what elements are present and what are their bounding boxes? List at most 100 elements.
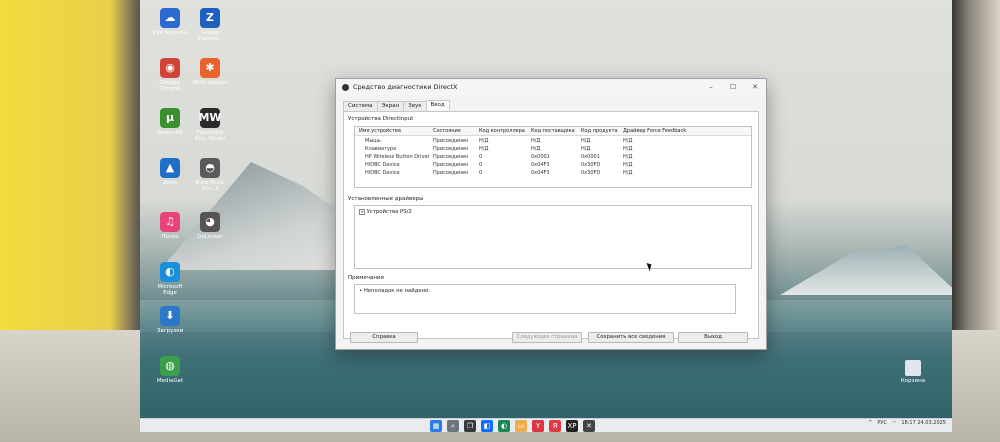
devices-list-header: Имя устройства Состояние Код контроллера… [355, 127, 751, 136]
search-icon[interactable]: ⌕ [447, 420, 459, 432]
table-cell: HIDBC Device [365, 170, 400, 176]
recycle-bin-icon [905, 360, 921, 376]
table-cell: Присоединен [433, 154, 469, 160]
help-button[interactable]: Справка [350, 332, 418, 343]
col-controller-id[interactable]: Код контроллера [479, 128, 525, 134]
desktop-icon-glyph-icon: Z [200, 8, 220, 28]
desktop-icon-label: Euro Truck Sim. 2 [195, 180, 225, 192]
table-cell: 0x04F3 [531, 170, 550, 176]
table-cell: Клавиатура [365, 146, 397, 152]
save-all-button[interactable]: Сохранить все сведения [588, 332, 674, 343]
desktop-icon-label: Microsoft Edge [157, 284, 183, 296]
table-cell: HIDBC Device [365, 162, 400, 168]
table-cell: 0x0001 [581, 154, 600, 160]
desktop-icon[interactable]: ⬇ Загрузки [142, 306, 198, 334]
desktop-icon-label: Загрузки [156, 328, 184, 334]
desktop-icon[interactable]: Z Goose Explore.. [182, 8, 238, 42]
recycle-bin[interactable]: Корзина [890, 360, 936, 384]
chevron-up-icon[interactable]: ^ [868, 420, 872, 426]
widgets-icon[interactable]: ◧ [481, 420, 493, 432]
tree-expand-icon[interactable]: + [359, 209, 365, 215]
dxdiag-icon[interactable]: ✕ [583, 420, 595, 432]
devices-list[interactable]: Имя устройства Состояние Код контроллера… [354, 126, 752, 188]
recycle-bin-label: Корзина [900, 378, 926, 384]
col-ff-driver[interactable]: Драйвер Force Feedback [623, 128, 686, 134]
desktop-icon-label: Flashlight Env. Model [195, 130, 225, 142]
desktop-icon-glyph-icon: ☁ [160, 8, 180, 28]
table-cell: Присоединен [433, 162, 469, 168]
title-bar[interactable]: Средство диагностики DirectX – ☐ ✕ [336, 79, 766, 95]
exit-button[interactable]: Выход [678, 332, 748, 343]
task-view-icon[interactable]: ❐ [464, 420, 476, 432]
notes-line: • Неполадок не найдено. [359, 288, 430, 294]
table-cell: 0x04F3 [531, 162, 550, 168]
bullet-icon: • [359, 288, 363, 294]
drivers-group-title: Установленные драйверы [348, 196, 424, 202]
yandex-browser-icon[interactable]: Я [549, 420, 561, 432]
table-cell: Н/Д [531, 146, 541, 152]
desktop-icon-glyph-icon: ♫ [160, 212, 180, 232]
table-row[interactable]: HIDBC Device Присоединен 0 0x04F3 0x30FD Н/Д [355, 169, 751, 177]
lang-indicator[interactable]: РУС [877, 420, 887, 426]
drivers-tree[interactable]: + Устройства PS/2 [354, 205, 752, 269]
tab-display[interactable]: Экран [376, 101, 405, 111]
col-product-id[interactable]: Код продукта [581, 128, 618, 134]
table-cell: Н/Д [479, 146, 489, 152]
desktop-icon[interactable]: ◓ Euro Truck Sim. 2 [182, 158, 238, 192]
maximize-icon[interactable]: ☐ [722, 83, 744, 91]
col-device-name[interactable]: Имя устройства [359, 128, 401, 134]
desktop-icon[interactable]: ◐ Microsoft Edge [142, 262, 198, 296]
desktop-icon[interactable]: MW Flashlight Env. Model [182, 108, 238, 142]
table-cell: 0 [479, 162, 483, 168]
desktop-icon[interactable]: ✱ Wish dokkan [182, 58, 238, 86]
col-vendor-id[interactable]: Код поставщика [531, 128, 575, 134]
tab-sound[interactable]: Звук [403, 101, 427, 111]
yandex-icon[interactable]: Y [532, 420, 544, 432]
tab-input[interactable]: Ввод [425, 100, 450, 110]
close-icon[interactable]: ✕ [744, 83, 766, 91]
explorer-icon[interactable]: ▭ [515, 420, 527, 432]
table-cell: 0x0001 [531, 154, 550, 160]
desktop-icon-label: MediaGet [156, 378, 184, 384]
table-cell: Н/Д [581, 138, 591, 144]
desktop-icon-glyph-icon: MW [198, 108, 222, 128]
table-row[interactable]: HIDBC Device Присоединен 0 0x04F3 0x30FD Н/Д [355, 161, 751, 169]
table-row[interactable]: Мышь Присоединен Н/Д Н/Д Н/Д Н/Д [355, 137, 751, 145]
col-status[interactable]: Состояние [433, 128, 461, 134]
drivers-tree-item[interactable]: + Устройства PS/2 [359, 209, 412, 215]
table-cell: Н/Д [623, 138, 633, 144]
table-row[interactable]: Клавиатура Присоединен Н/Д Н/Д Н/Д Н/Д [355, 145, 751, 153]
desktop-icon-glyph-icon: ◍ [160, 356, 180, 376]
tab-panel-input: Устройства DirectInput Имя устройства Со… [343, 111, 759, 339]
wifi-icon[interactable]: ◠ [892, 420, 896, 426]
desktop-icon-glyph-icon: ◉ [160, 58, 180, 78]
table-cell: Н/Д [479, 138, 489, 144]
clock-date: 24.03.2025 [917, 420, 946, 426]
table-cell: Мышь [365, 138, 381, 144]
taskbar: ▦ ⌕ ❐ ◧ ◐ ▭ Y Я XP ✕ ^ РУС ◠ 18:17 24.03… [140, 418, 952, 432]
notes-text: Неполадок не найдено. [363, 288, 431, 294]
xp-icon[interactable]: XP [566, 420, 578, 432]
desktop-icon[interactable]: ◍ MediaGet [142, 356, 198, 384]
dxdiag-window: Средство диагностики DirectX – ☐ ✕ Систе… [335, 78, 767, 350]
taskbar-pinned: ▦ ⌕ ❐ ◧ ◐ ▭ Y Я XP ✕ [430, 420, 595, 432]
minimize-icon[interactable]: – [700, 83, 722, 91]
table-row[interactable]: HP Wireless Button Driver Присоединен 0 0x0… [355, 153, 751, 161]
edge-icon[interactable]: ◐ [498, 420, 510, 432]
dxdiag-app-icon [342, 83, 349, 91]
table-cell: Присоединен [433, 170, 469, 176]
start-icon[interactable]: ▦ [430, 420, 442, 432]
desktop-icon-glyph-icon: ◐ [160, 262, 180, 282]
notes-box[interactable]: • Неполадок не найдено. [354, 284, 736, 314]
table-cell: HP Wireless Button Driver [365, 154, 430, 160]
desktop-icon[interactable]: ◕ DeLocker [182, 212, 238, 240]
table-cell: Н/Д [623, 162, 633, 168]
table-cell: 0 [479, 170, 483, 176]
desktop-icon-label: Wish dokkan [192, 80, 228, 86]
next-page-button[interactable]: Следующая страница [512, 332, 582, 343]
table-cell: 0x30FD [581, 162, 601, 168]
clock[interactable]: 18:17 24.03.2025 [901, 420, 946, 426]
table-cell: Присоединен [433, 138, 469, 144]
system-tray: ^ РУС ◠ 18:17 24.03.2025 [868, 420, 946, 426]
tab-system[interactable]: Система [343, 101, 378, 111]
